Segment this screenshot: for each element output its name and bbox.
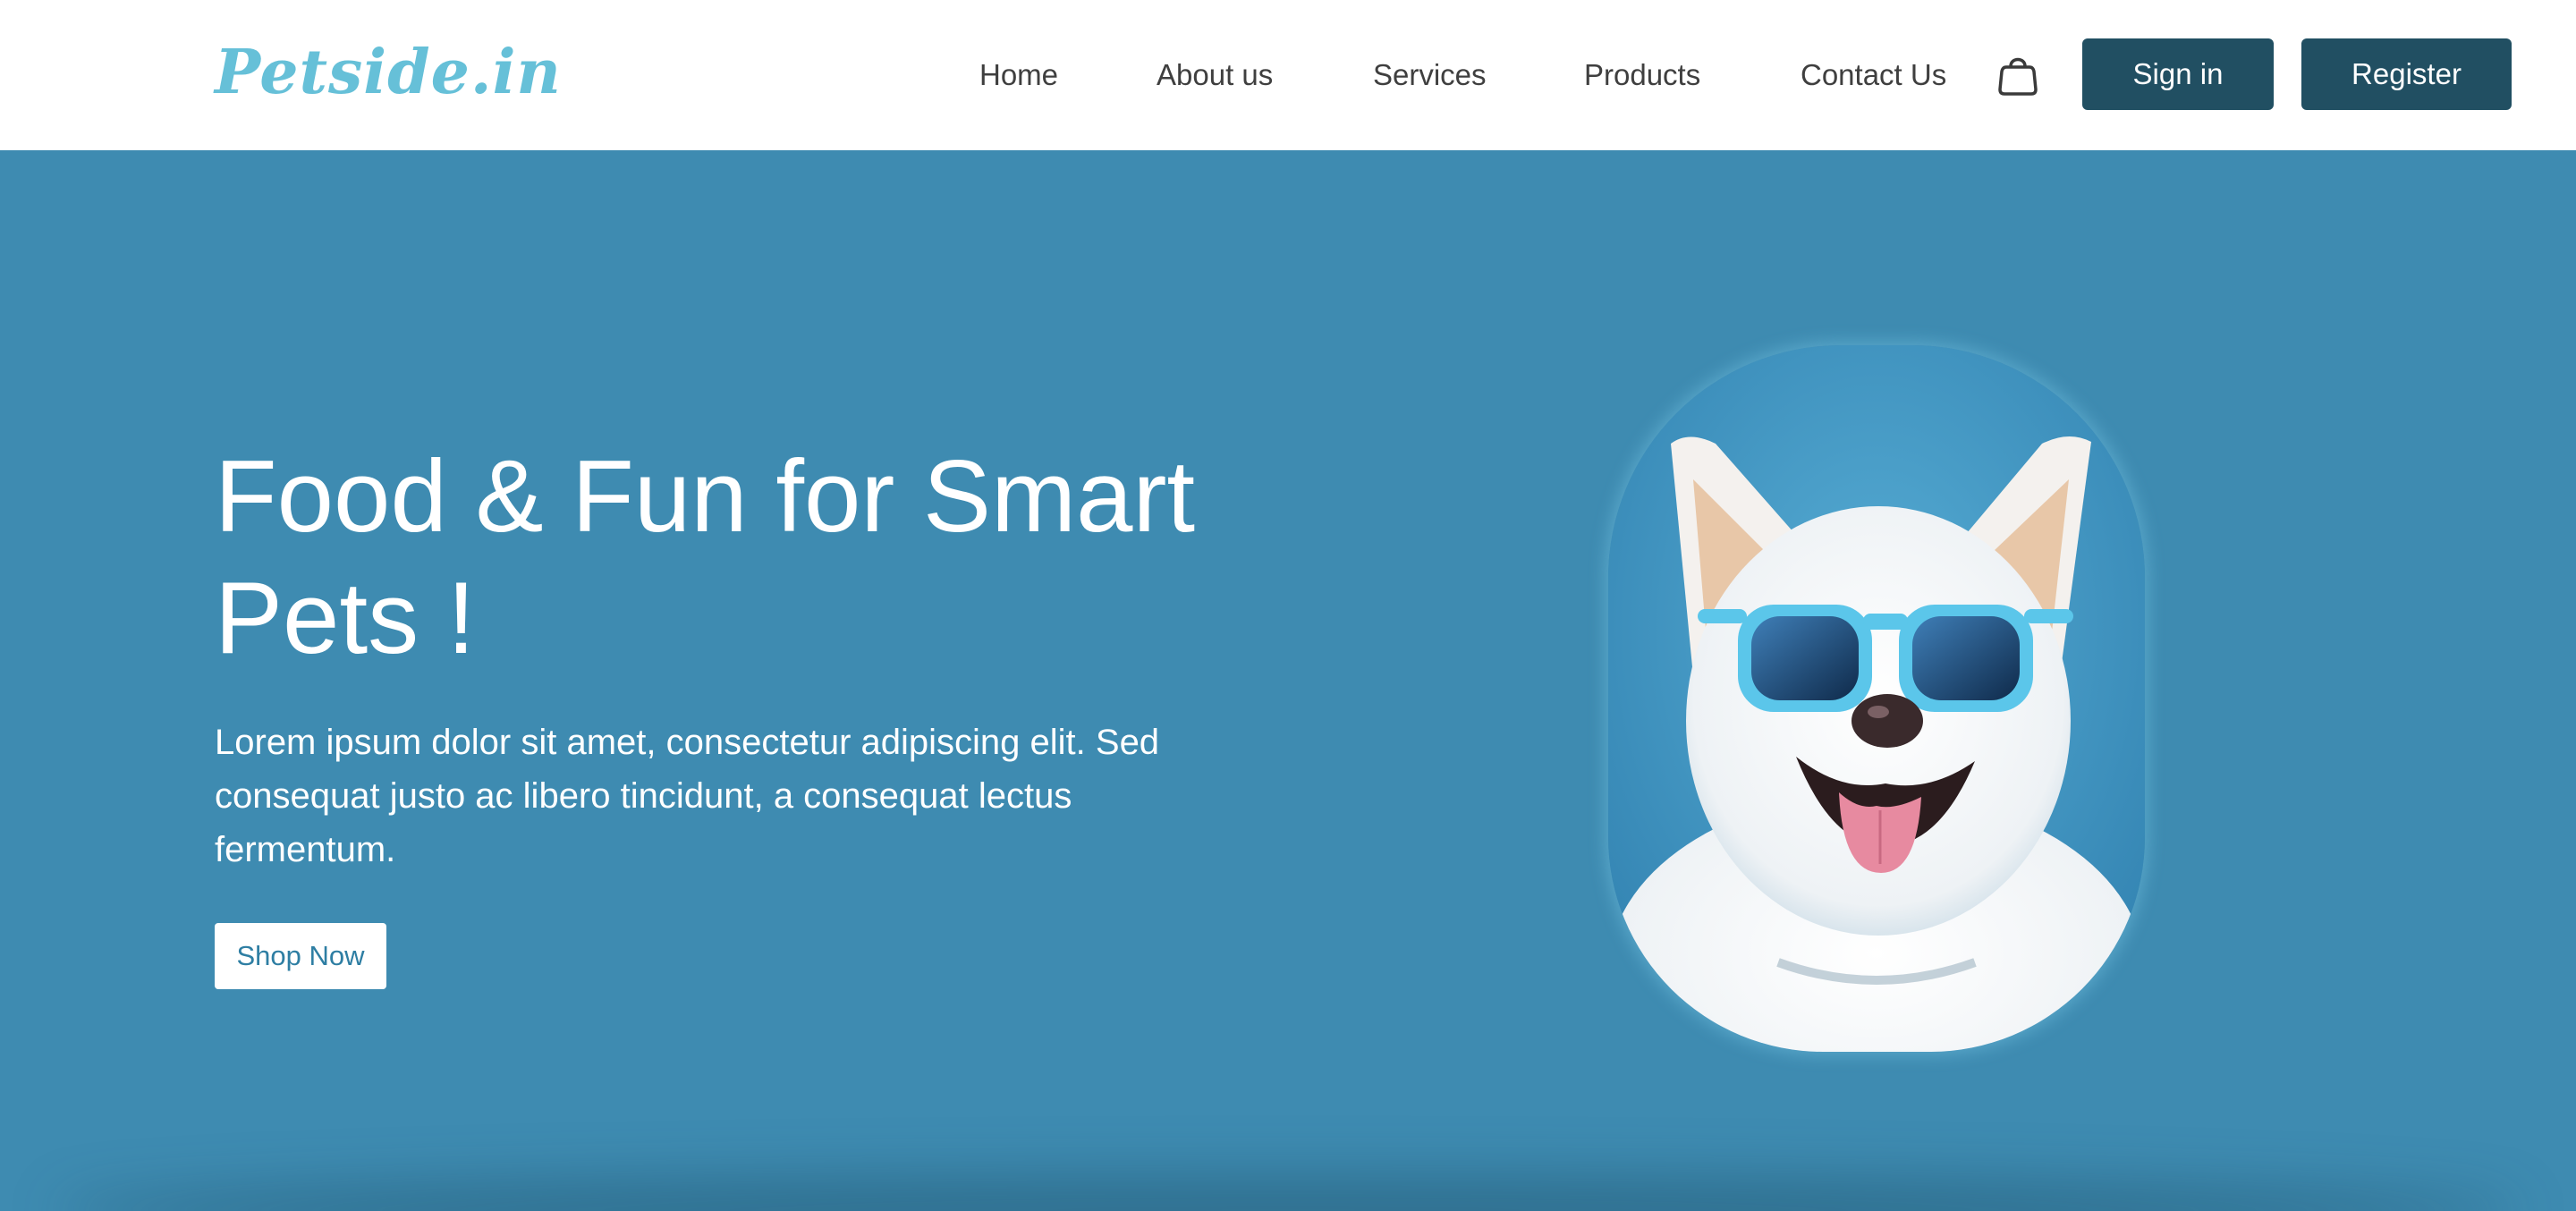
- nav-link-products[interactable]: Products: [1584, 52, 1700, 98]
- hero-title: Food & Fun for Smart Pets !: [215, 440, 1196, 675]
- hero-dog-image: [1608, 345, 2145, 1052]
- hero-bottom-shadow: [54, 1175, 2522, 1211]
- nav-link-services[interactable]: Services: [1373, 52, 1487, 98]
- nav-link-about-us[interactable]: About us: [1157, 52, 1273, 98]
- brand-logo[interactable]: Petside.in: [215, 36, 562, 109]
- register-button[interactable]: Register: [2301, 38, 2512, 110]
- sign-in-button[interactable]: Sign in: [2082, 38, 2274, 110]
- shopping-bag-icon[interactable]: [1995, 52, 2041, 98]
- nav-link-home[interactable]: Home: [979, 52, 1058, 98]
- hero-section: Food & Fun for Smart Pets ! Lorem ipsum …: [0, 150, 2576, 1211]
- nav-link-contact-us[interactable]: Contact Us: [1801, 52, 1946, 98]
- site-header: Petside.in Home About us Services Produc…: [0, 0, 2576, 150]
- shop-now-button[interactable]: Shop Now: [215, 923, 386, 989]
- hero-description: Lorem ipsum dolor sit amet, consectetur …: [215, 723, 1160, 869]
